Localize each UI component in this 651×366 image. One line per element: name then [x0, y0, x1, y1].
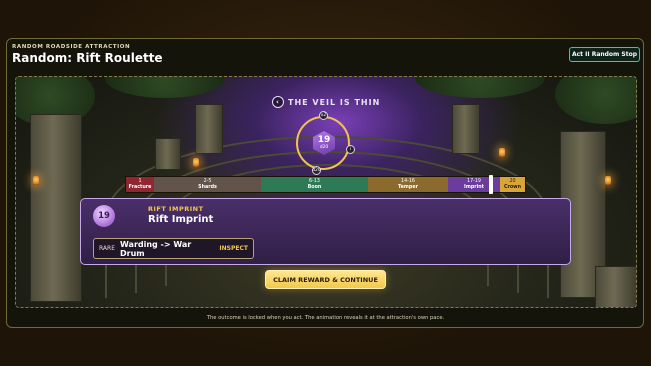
stone-pillar: [452, 104, 480, 154]
die-type: d20: [319, 144, 329, 150]
footnote: The outcome is locked when you act. The …: [206, 315, 445, 321]
chevron-left-icon[interactable]: ‹: [272, 96, 284, 108]
track-segment-temper: 14-16 Temper: [368, 177, 448, 192]
track-segment-boon: 6-13 Boon: [261, 177, 368, 192]
stone-pillar: [155, 138, 181, 170]
act-badge: Act II Random Stop: [569, 47, 640, 62]
roll-track: 1 Fracture 2-5 Shards 6-13 Boon 14-16 Temper…: [125, 176, 526, 193]
result-eyebrow: RIFT IMPRINT: [148, 205, 204, 213]
track-segment-shards: 2-5 Shards: [154, 177, 261, 192]
result-title: Rift Imprint: [148, 214, 214, 225]
foliage: [415, 76, 545, 98]
stone-pillar: [195, 104, 223, 154]
track-segment-fracture: 1 Fracture: [126, 177, 154, 192]
inspect-button[interactable]: INSPECT: [219, 245, 248, 252]
veil-text: THE VEIL IS THIN: [288, 97, 381, 107]
die-type-chip: d20: [312, 166, 321, 175]
rubble: [595, 266, 637, 308]
stone-pillar: [30, 114, 82, 302]
torch: [33, 176, 39, 185]
track-segment-crown: 20 Crown: [500, 177, 525, 192]
torch: [193, 158, 199, 167]
die-value: 19: [317, 134, 331, 145]
multiplier-chip: x2: [319, 111, 328, 120]
result-die-icon: 19: [93, 205, 115, 227]
roll-result-marker: [489, 175, 493, 194]
rarity-label: RARE: [99, 245, 115, 252]
page-title: Random: Rift Roulette: [12, 51, 163, 65]
claim-reward-button[interactable]: CLAIM REWARD & CONTINUE: [265, 270, 386, 289]
item-swap-row: RARE Warding -> War Drum INSPECT: [93, 238, 254, 259]
foliage: [555, 76, 637, 124]
panel-eyebrow: RANDOM ROADSIDE ATTRACTION: [12, 44, 131, 50]
item-change: Warding -> War Drum: [120, 239, 192, 258]
foliage: [105, 76, 225, 98]
torch: [605, 176, 611, 185]
torch: [499, 148, 505, 157]
info-chip[interactable]: i: [346, 145, 355, 154]
veil-header: ‹ THE VEIL IS THIN: [272, 96, 380, 108]
